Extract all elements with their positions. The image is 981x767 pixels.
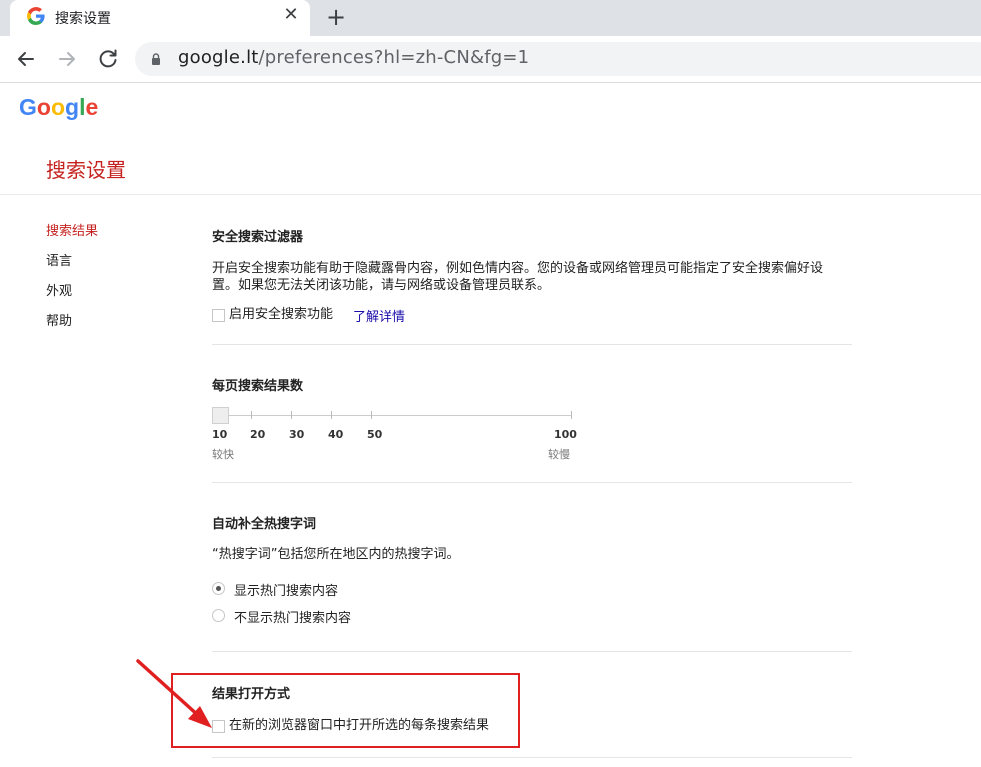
page-title: 搜索设置 [46, 158, 126, 182]
results-per-page-title: 每页搜索结果数 [212, 379, 304, 394]
section-divider [212, 651, 852, 652]
safe-search-checkbox[interactable] [212, 309, 225, 322]
show-trending-label[interactable]: 显示热门搜索内容 [234, 580, 338, 599]
safe-search-desc-line-2: 置。如果您无法关闭该功能，请与网络或设备管理员联系。 [212, 278, 551, 293]
browser-toolbar: google.lt/preferences?hl=zh-CN&fg=1 [0, 36, 981, 83]
learn-more-link[interactable]: 了解详情 [353, 306, 405, 325]
logo-letter: g [65, 94, 80, 120]
google-favicon-icon [27, 7, 45, 25]
faster-label: 较快 [212, 448, 234, 461]
safe-search-title: 安全搜索过滤器 [212, 230, 304, 245]
tab-strip: 搜索设置 ✕ + [0, 0, 981, 36]
browser-tab[interactable]: 搜索设置 ✕ [10, 0, 310, 36]
tick-label-30: 30 [289, 428, 305, 441]
autocomplete-description: “热搜字词”包括您所在地区内的热搜字词。 [212, 547, 460, 562]
tick-label-10: 10 [212, 428, 228, 441]
autocomplete-title: 自动补全热搜字词 [212, 517, 317, 532]
lock-icon[interactable] [151, 53, 161, 65]
results-slider-track[interactable] [221, 415, 571, 416]
safe-search-description: 开启安全搜索功能有助于隐藏露骨内容，例如色情内容。您的设备或网络管理员可能指定了… [212, 260, 823, 294]
address-bar[interactable]: google.lt/preferences?hl=zh-CN&fg=1 [135, 42, 981, 76]
sidenav-item-appearance[interactable]: 外观 [46, 282, 98, 312]
hide-trending-label[interactable]: 不显示热门搜索内容 [234, 607, 351, 626]
slider-tick [571, 411, 572, 419]
safe-search-checkbox-label[interactable]: 启用安全搜索功能 [229, 306, 333, 323]
tab-title: 搜索设置 [55, 11, 111, 27]
slider-tick [371, 411, 372, 419]
url-host: google.lt [178, 47, 259, 68]
safe-search-desc-line-1: 开启安全搜索功能有助于隐藏露骨内容，例如色情内容。您的设备或网络管理员可能指定了… [212, 261, 824, 276]
hide-trending-radio[interactable] [212, 609, 225, 622]
show-trending-radio[interactable] [212, 582, 225, 595]
section-divider [212, 482, 852, 483]
annotation-arrow-icon [136, 659, 212, 728]
google-logo[interactable]: Google [19, 94, 98, 121]
sidenav-item-help[interactable]: 帮助 [46, 312, 98, 342]
sidenav-item-languages[interactable]: 语言 [46, 252, 98, 282]
new-tab-icon[interactable]: + [326, 3, 346, 31]
section-divider [212, 757, 852, 758]
slider-tick [331, 411, 332, 419]
section-divider [212, 344, 852, 345]
reload-icon[interactable] [96, 47, 120, 71]
forward-arrow-icon[interactable] [55, 47, 79, 71]
tick-label-40: 40 [328, 428, 344, 441]
logo-letter: G [19, 94, 37, 120]
url-text[interactable]: google.lt/preferences?hl=zh-CN&fg=1 [178, 47, 529, 68]
tick-label-100: 100 [554, 428, 577, 441]
tick-label-50: 50 [367, 428, 383, 441]
slider-tick [251, 411, 252, 419]
results-slider-thumb[interactable] [212, 407, 229, 424]
slider-tick [291, 411, 292, 419]
logo-letter: e [85, 94, 99, 120]
sidenav-item-search-results[interactable]: 搜索结果 [46, 222, 98, 252]
url-path: /preferences?hl=zh-CN&fg=1 [258, 47, 530, 68]
slower-label: 较慢 [548, 448, 570, 461]
back-arrow-icon[interactable] [14, 47, 38, 71]
logo-letter: o [50, 94, 66, 120]
logo-letter: o [36, 94, 51, 120]
tick-label-20: 20 [250, 428, 266, 441]
annotation-highlight-box [171, 673, 520, 748]
settings-sidenav: 搜索结果 语言 外观 帮助 [46, 222, 98, 342]
close-tab-icon[interactable]: ✕ [280, 4, 302, 25]
header-divider [0, 194, 981, 195]
